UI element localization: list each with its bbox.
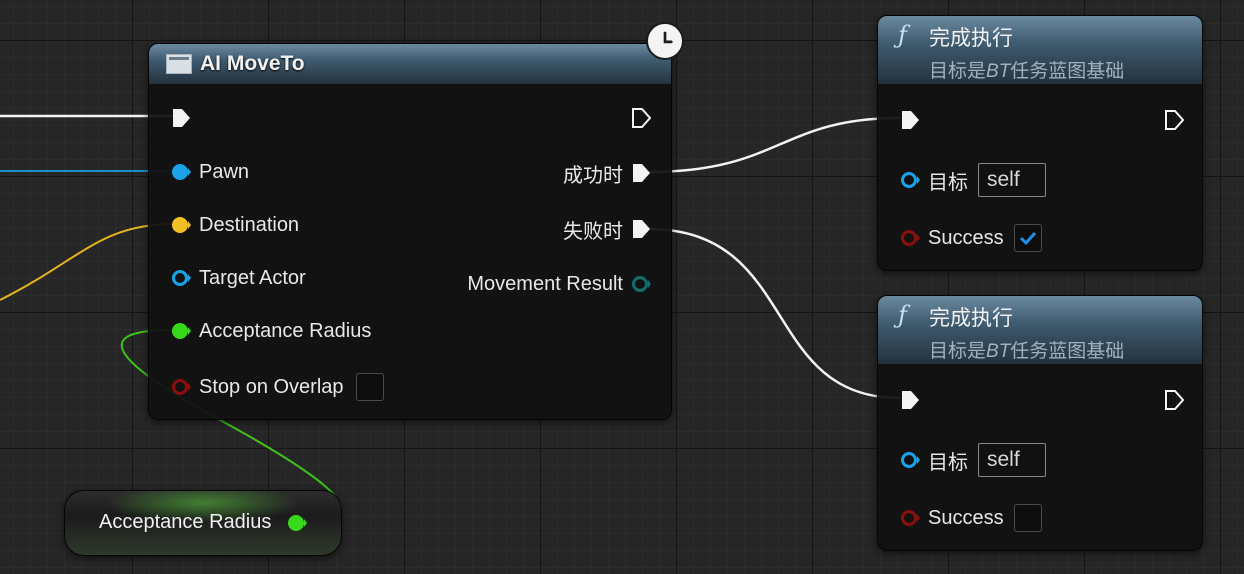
subtitle-italic: BT — [986, 341, 1011, 362]
function-icon: ƒ — [898, 21, 907, 49]
target-actor-label: Target Actor — [199, 266, 306, 289]
success-pin-row: Success — [900, 223, 1042, 253]
ai-moveto-node[interactable]: AI MoveTo Pawn Destination Target Actor … — [148, 43, 672, 420]
blueprint-node-icon — [166, 54, 192, 74]
on-fail-pin-row: 失败时 — [555, 214, 651, 244]
data-pin-icon[interactable] — [171, 162, 191, 182]
data-pin-icon[interactable] — [171, 321, 191, 341]
acceptance-radius-pin-row: Acceptance Radius — [171, 316, 379, 346]
target-input[interactable] — [978, 443, 1046, 477]
function-icon: ƒ — [898, 301, 907, 329]
data-pin-icon[interactable] — [900, 450, 920, 470]
node-header[interactable]: ƒ 完成执行 目标是BT任务蓝图基础 — [878, 296, 1202, 364]
data-pin-icon[interactable] — [631, 274, 651, 294]
variable-label: Acceptance Radius — [99, 511, 272, 533]
node-title: 完成执行 — [929, 307, 1013, 330]
exec-pin-icon[interactable] — [631, 219, 651, 239]
exec-pin-icon[interactable] — [631, 163, 651, 183]
subtitle-suffix: 任务蓝图基础 — [1010, 341, 1125, 362]
destination-pin-row: Destination — [171, 210, 307, 240]
on-fail-label: 失败时 — [563, 220, 623, 243]
fail-exec-wire — [647, 227, 901, 400]
stop-on-overlap-label: Stop on Overlap — [199, 375, 344, 398]
data-pin-icon[interactable] — [171, 268, 191, 288]
target-pin-row: 目标 — [900, 442, 1046, 478]
exec-output-row — [631, 103, 651, 133]
destination-label: Destination — [199, 213, 300, 236]
target-actor-pin-row: Target Actor — [171, 263, 314, 293]
exec-pin-icon[interactable] — [900, 110, 920, 130]
exec-input-row — [900, 385, 920, 415]
success-pin-row: Success — [900, 503, 1042, 533]
exec-pin-icon[interactable] — [1164, 390, 1184, 410]
on-success-pin-row: 成功时 — [555, 158, 651, 188]
node-subtitle: 目标是BT任务蓝图基础 — [929, 336, 1124, 363]
target-pin-row: 目标 — [900, 162, 1046, 198]
target-label: 目标 — [928, 171, 968, 194]
acceptance-radius-label: Acceptance Radius — [199, 319, 372, 342]
target-label: 目标 — [928, 451, 968, 474]
node-header[interactable]: AI MoveTo — [149, 44, 671, 84]
data-pin-icon[interactable] — [900, 170, 920, 190]
data-pin-icon[interactable] — [900, 228, 920, 248]
on-success-label: 成功时 — [563, 164, 623, 187]
pawn-label: Pawn — [199, 160, 250, 183]
subtitle-prefix: 目标是 — [929, 341, 987, 362]
finish-execute-node-bottom[interactable]: ƒ 完成执行 目标是BT任务蓝图基础 目标 Success — [877, 295, 1203, 551]
exec-input-row — [171, 103, 191, 133]
subtitle-suffix: 任务蓝图基础 — [1010, 61, 1125, 82]
data-pin-icon[interactable] — [171, 215, 191, 235]
exec-pin-icon[interactable] — [171, 108, 191, 128]
success-label: Success — [928, 226, 1004, 249]
finish-execute-node-top[interactable]: ƒ 完成执行 目标是BT任务蓝图基础 目标 Success — [877, 15, 1203, 271]
stop-on-overlap-pin-row: Stop on Overlap — [171, 372, 384, 402]
target-input[interactable] — [978, 163, 1046, 197]
exec-pin-icon[interactable] — [900, 390, 920, 410]
exec-output-row — [1164, 385, 1184, 415]
subtitle-prefix: 目标是 — [929, 61, 987, 82]
movement-result-pin-row: Movement Result — [459, 269, 651, 299]
data-pin-icon[interactable] — [900, 508, 920, 528]
node-subtitle: 目标是BT任务蓝图基础 — [929, 56, 1124, 83]
node-title: AI MoveTo — [200, 52, 305, 75]
exec-output-row — [1164, 105, 1184, 135]
stop-on-overlap-checkbox[interactable] — [355, 373, 384, 401]
acceptance-radius-variable-node[interactable]: Acceptance Radius — [64, 490, 342, 556]
exec-input-row — [900, 105, 920, 135]
node-header[interactable]: ƒ 完成执行 目标是BT任务蓝图基础 — [878, 16, 1202, 84]
success-exec-wire — [647, 116, 901, 174]
success-checkbox[interactable] — [1013, 504, 1042, 532]
exec-pin-icon[interactable] — [1164, 110, 1184, 130]
pawn-pin-row: Pawn — [171, 157, 257, 187]
data-pin-icon[interactable] — [287, 513, 307, 533]
movement-result-label: Movement Result — [467, 272, 623, 295]
subtitle-italic: BT — [986, 61, 1011, 82]
data-pin-icon[interactable] — [171, 377, 191, 397]
checkmark-icon — [1019, 231, 1036, 246]
success-label: Success — [928, 506, 1004, 529]
node-title: 完成执行 — [929, 27, 1013, 50]
clock-icon — [646, 22, 684, 60]
success-checkbox[interactable] — [1013, 224, 1042, 252]
exec-pin-icon[interactable] — [631, 108, 651, 128]
